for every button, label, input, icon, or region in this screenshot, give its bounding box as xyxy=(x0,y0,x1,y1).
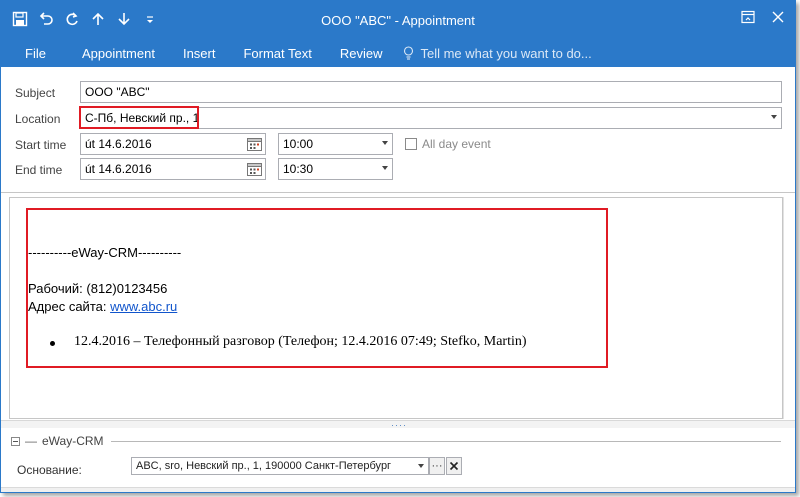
all-day-checkbox[interactable] xyxy=(405,138,417,150)
ribbon-display-icon xyxy=(741,10,755,24)
title-bar: ООО "ABC" - Appointment xyxy=(1,1,795,39)
all-day-label: All day event xyxy=(422,137,491,151)
start-time-select[interactable]: 10:00 xyxy=(278,133,393,155)
appointment-window: ООО "ABC" - Appointment File Appointment… xyxy=(0,0,796,493)
chevron-down-icon[interactable] xyxy=(382,141,388,145)
tab-review[interactable]: Review xyxy=(326,39,397,67)
chevron-down-icon[interactable] xyxy=(382,166,388,170)
eway-crm-panel: — eWay-CRM Основание: ABC, sro, Невский … xyxy=(1,429,795,492)
eway-separator: ----------eWay-CRM---------- xyxy=(28,245,182,260)
osnovanie-value: ABC, sro, Невский пр., 1, 190000 Санкт-П… xyxy=(136,460,392,472)
osnovanie-label: Основание: xyxy=(17,463,82,477)
close-icon xyxy=(772,11,784,23)
window-controls xyxy=(733,5,793,29)
calendar-icon[interactable] xyxy=(247,137,262,151)
message-body[interactable]: ----------eWay-CRM---------- Рабочий: (8… xyxy=(9,197,783,419)
window-title: ООО "ABC" - Appointment xyxy=(321,13,475,28)
collapse-icon[interactable] xyxy=(11,436,20,446)
site-line: Адрес сайта: www.abc.ru xyxy=(28,299,177,314)
activity-list-item: 12.4.2016 – Телефонный разговор (Телефон… xyxy=(74,334,527,349)
end-time-select[interactable]: 10:30 xyxy=(278,158,393,180)
bullet-marker xyxy=(50,341,55,346)
start-date-input[interactable]: út 14.6.2016 xyxy=(80,133,266,155)
calendar-icon[interactable] xyxy=(247,162,262,176)
subject-input[interactable]: ООО "ABC" xyxy=(80,81,782,103)
chevron-down-icon[interactable] xyxy=(771,115,777,119)
location-highlight xyxy=(79,106,199,129)
body-scrollbar[interactable] xyxy=(783,197,795,419)
end-time-label: End time xyxy=(15,163,63,177)
status-strip xyxy=(1,487,795,492)
lightbulb-icon xyxy=(404,46,414,60)
site-link[interactable]: www.abc.ru xyxy=(110,299,177,314)
close-button[interactable] xyxy=(763,5,793,29)
tab-insert[interactable]: Insert xyxy=(169,39,230,67)
end-date-input[interactable]: út 14.6.2016 xyxy=(80,158,266,180)
eway-panel-title: eWay-CRM xyxy=(42,434,104,448)
location-label: Location xyxy=(15,112,61,126)
clear-button[interactable] xyxy=(446,457,462,475)
tab-appointment[interactable]: Appointment xyxy=(68,39,169,67)
tab-file[interactable]: File xyxy=(1,39,68,67)
start-time-label: Start time xyxy=(15,138,67,152)
ribbon-tabs: File Appointment Insert Format Text Revi… xyxy=(1,39,795,67)
chevron-down-icon[interactable] xyxy=(418,464,424,468)
subject-label: Subject xyxy=(15,86,56,100)
splitter-grip-icon[interactable]: ···· xyxy=(391,421,407,430)
more-icon: ··· xyxy=(431,460,443,472)
start-time-value: 10:00 xyxy=(283,137,314,151)
appointment-form: Subject ООО "ABC" Location С-Пб, Невский… xyxy=(1,67,795,193)
start-date-value: út 14.6.2016 xyxy=(85,137,152,151)
phone-line: Рабочий: (812)0123456 xyxy=(28,281,168,296)
browse-button[interactable]: ··· xyxy=(429,457,445,475)
tab-format-text[interactable]: Format Text xyxy=(229,39,325,67)
end-date-value: út 14.6.2016 xyxy=(85,162,152,176)
eway-panel-header[interactable]: — eWay-CRM xyxy=(11,434,104,448)
ribbon-display-button[interactable] xyxy=(733,5,763,29)
close-icon xyxy=(449,461,459,471)
osnovanie-input[interactable]: ABC, sro, Невский пр., 1, 190000 Санкт-П… xyxy=(131,457,429,475)
tell-me-text: Tell me what you want to do... xyxy=(420,45,592,61)
panel-divider xyxy=(111,441,781,442)
site-label: Адрес сайта: xyxy=(28,299,111,314)
end-time-value: 10:30 xyxy=(283,162,314,176)
tell-me-box[interactable]: Tell me what you want to do... xyxy=(396,45,592,61)
